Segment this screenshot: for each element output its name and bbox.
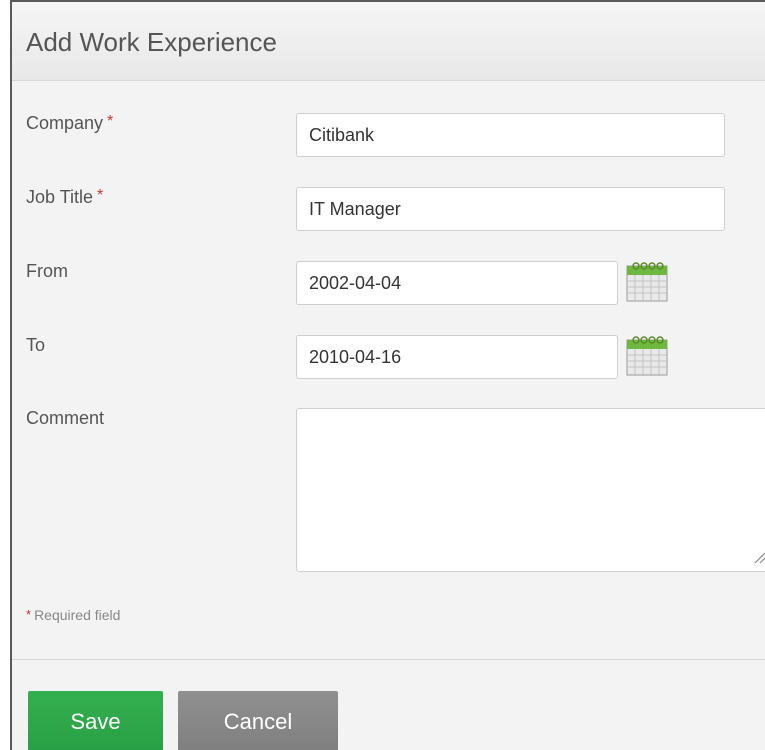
required-star: * — [26, 607, 32, 622]
comment-textarea[interactable] — [296, 408, 765, 572]
required-star: * — [97, 187, 104, 204]
to-label: To — [26, 335, 46, 355]
add-work-experience-panel: Add Work Experience Company* Job Title* … — [10, 0, 765, 750]
required-star: * — [107, 113, 114, 130]
comment-label: Comment — [26, 408, 105, 428]
required-field-note: * Required field — [26, 607, 120, 623]
job-title-input[interactable] — [296, 187, 725, 231]
from-label: From — [26, 261, 68, 281]
job-title-label: Job Title * — [26, 187, 103, 208]
company-label: Company * — [26, 113, 113, 134]
resize-grip-icon[interactable] — [752, 550, 765, 564]
to-date-input[interactable] — [296, 335, 618, 379]
panel-header: Add Work Experience — [12, 2, 765, 81]
calendar-icon[interactable] — [626, 334, 668, 376]
panel-title: Add Work Experience — [26, 27, 277, 57]
company-input[interactable] — [296, 113, 725, 157]
cancel-button[interactable]: Cancel — [178, 691, 338, 750]
save-button[interactable]: Save — [28, 691, 163, 750]
company-label-text: Company — [26, 113, 104, 133]
divider — [12, 659, 765, 660]
required-field-text: Required field — [34, 607, 121, 623]
from-date-input[interactable] — [296, 261, 618, 305]
job-title-label-text: Job Title — [26, 187, 94, 207]
calendar-icon[interactable] — [626, 260, 668, 302]
